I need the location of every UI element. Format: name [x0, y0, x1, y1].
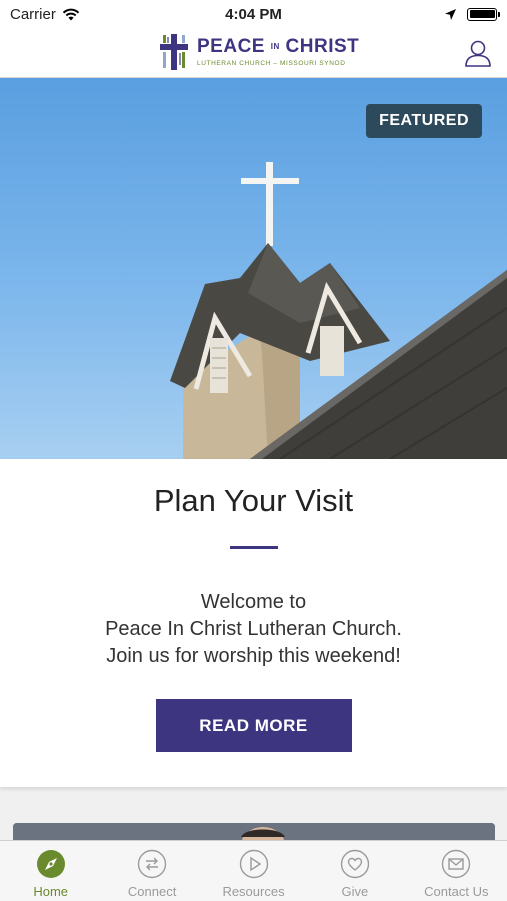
tab-home-label: Home	[33, 884, 69, 899]
play-icon	[239, 849, 268, 879]
tab-home[interactable]: Home	[0, 841, 101, 901]
tab-bar: Home Connect Resources Give Contact Us	[0, 840, 507, 901]
cross-logo-icon	[160, 34, 188, 70]
carrier-label: Carrier	[10, 5, 56, 23]
tab-give-label: Give	[341, 884, 369, 899]
card-title: Plan Your Visit	[153, 483, 354, 518]
status-left: Carrier	[10, 6, 80, 23]
logo-subtitle: LUTHERAN CHURCH – MISSOURI SYNOD	[197, 59, 346, 67]
person-icon[interactable]	[463, 38, 493, 68]
church-logo[interactable]: PEACE IN CHRIST LUTHERAN CHURCH – MISSOU…	[157, 33, 359, 71]
card-desc-line-3: Join us for worship this weekend!	[106, 645, 401, 667]
location-arrow-icon	[445, 8, 456, 20]
tab-connect[interactable]: Connect	[101, 841, 202, 901]
card-divider	[229, 546, 278, 549]
mail-icon	[442, 849, 471, 879]
tab-give[interactable]: Give	[304, 841, 405, 901]
battery-icon	[467, 7, 500, 21]
status-bar: Carrier 4:04 PM	[0, 0, 507, 28]
app-header: PEACE IN CHRIST LUTHERAN CHURCH – MISSOU…	[0, 28, 507, 78]
tab-contact-us[interactable]: Contact Us	[406, 841, 507, 901]
card-description: Welcome to Peace In Christ Lutheran Chur…	[54, 589, 454, 670]
tab-connect-label: Connect	[127, 884, 177, 899]
tab-resources-label: Resources	[222, 884, 285, 899]
wifi-icon	[62, 8, 80, 20]
plan-visit-card: Plan Your Visit Welcome to Peace In Chri…	[0, 459, 507, 787]
arrows-swap-icon	[137, 849, 167, 879]
card-desc-line-2: Peace In Christ Lutheran Church.	[105, 618, 402, 640]
read-more-button[interactable]: READ MORE	[155, 699, 352, 752]
tab-contact-us-label: Contact Us	[424, 884, 489, 899]
logo-text: PEACE IN CHRIST LUTHERAN CHURCH – MISSOU…	[197, 36, 360, 67]
logo-title: PEACE IN CHRIST	[197, 36, 360, 58]
heart-icon	[340, 849, 370, 879]
status-right	[444, 7, 500, 21]
tab-resources[interactable]: Resources	[203, 841, 304, 901]
compass-icon	[36, 850, 65, 878]
featured-badge: FEATURED	[366, 104, 482, 138]
hero-image[interactable]: FEATURED	[0, 78, 507, 459]
card-desc-line-1: Welcome to	[200, 591, 307, 613]
